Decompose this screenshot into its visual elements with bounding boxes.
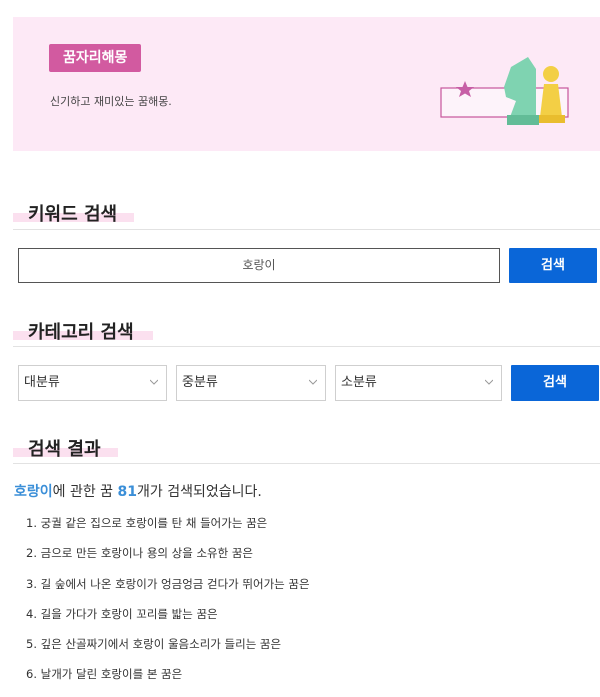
category-search-button[interactable]: 검색 bbox=[511, 365, 599, 401]
chevron-down-icon bbox=[485, 379, 493, 385]
select-value: 소분류 bbox=[341, 375, 377, 390]
divider bbox=[13, 463, 600, 464]
divider bbox=[13, 229, 600, 230]
keyword-search-button[interactable]: 검색 bbox=[509, 248, 597, 283]
chevron-down-icon bbox=[309, 379, 317, 385]
keyword-search-input[interactable]: 호랑이 bbox=[18, 248, 500, 283]
result-summary-mid: 에 관한 꿈 bbox=[52, 484, 118, 500]
banner: 꿈자리해몽 신기하고 재미있는 꿈해몽. bbox=[13, 17, 600, 151]
keyword-search-title: 키워드 검색 bbox=[28, 204, 118, 225]
result-item[interactable]: 3. 길 숲에서 나온 호랑이가 엉금엉금 걷다가 뛰어가는 꿈은 bbox=[26, 576, 310, 606]
banner-badge: 꿈자리해몽 bbox=[49, 44, 142, 72]
category-minor-select[interactable]: 소분류 bbox=[335, 365, 502, 401]
result-summary-end: 개가 검색되었습니다. bbox=[137, 484, 262, 500]
divider bbox=[13, 346, 600, 347]
result-item[interactable]: 4. 길을 가다가 호랑이 꼬리를 밟는 꿈은 bbox=[26, 606, 310, 636]
result-summary: 호랑이에 관한 꿈 81개가 검색되었습니다. bbox=[14, 481, 262, 501]
result-count: 81 bbox=[117, 484, 137, 500]
category-middle-select[interactable]: 중분류 bbox=[176, 365, 326, 401]
category-search-title: 카테고리 검색 bbox=[28, 322, 134, 343]
results-title: 검색 결과 bbox=[28, 439, 101, 460]
result-keyword: 호랑이 bbox=[14, 484, 53, 500]
result-list: 1. 궁궐 같은 집으로 호랑이를 탄 채 들어가는 꿈은 2. 금으로 만든 … bbox=[26, 515, 310, 697]
select-value: 중분류 bbox=[182, 375, 218, 390]
select-value: 대분류 bbox=[24, 375, 60, 390]
result-item[interactable]: 5. 깊은 산골짜기에서 호랑이 울음소리가 들리는 꿈은 bbox=[26, 636, 310, 666]
category-major-select[interactable]: 대분류 bbox=[18, 365, 167, 401]
banner-subtitle: 신기하고 재미있는 꿈해몽. bbox=[50, 95, 172, 108]
chevron-down-icon bbox=[150, 379, 158, 385]
result-item[interactable]: 2. 금으로 만든 호랑이나 용의 상을 소유한 꿈은 bbox=[26, 545, 310, 575]
result-item[interactable]: 1. 궁궐 같은 집으로 호랑이를 탄 채 들어가는 꿈은 bbox=[26, 515, 310, 545]
chess-pieces-icon bbox=[440, 57, 569, 125]
